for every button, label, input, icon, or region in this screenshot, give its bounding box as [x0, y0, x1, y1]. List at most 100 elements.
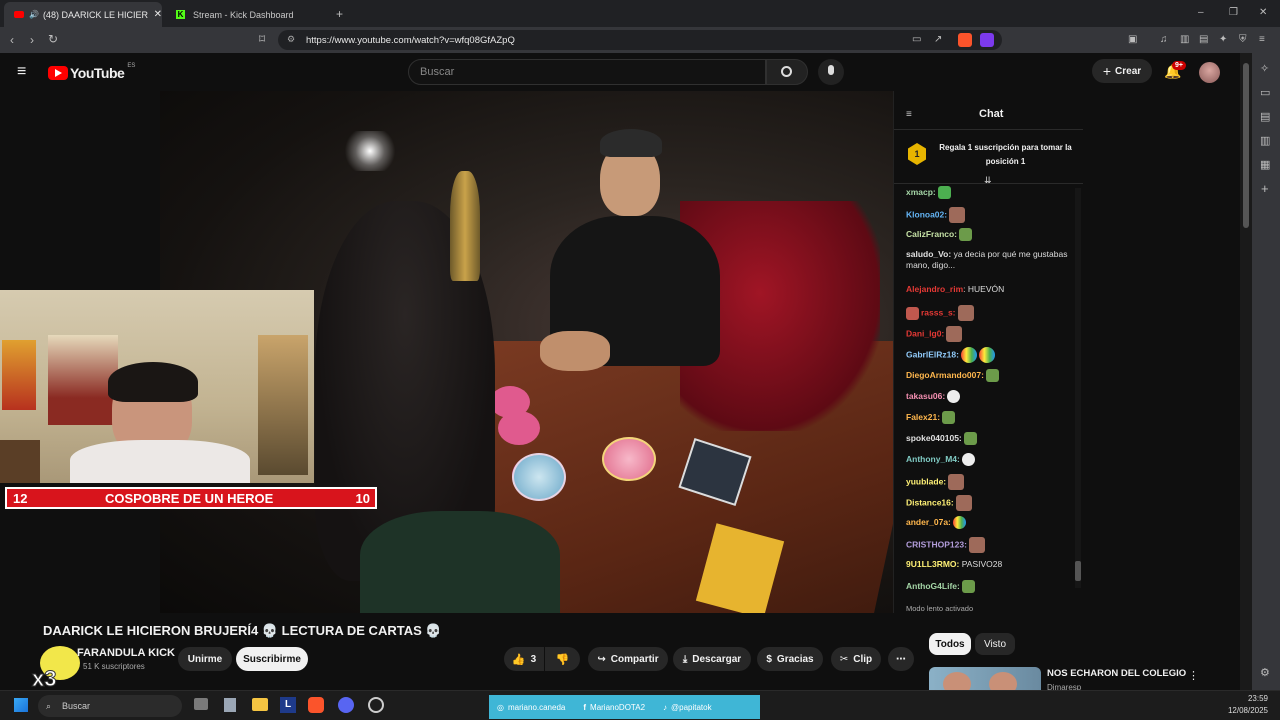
emote-icon: [948, 474, 965, 490]
bookmark-icon[interactable]: ⌑: [259, 33, 265, 45]
chat-message: saludo_Vo: ya decia por qué me gustabas …: [906, 249, 1071, 271]
obs-icon[interactable]: [368, 697, 384, 713]
create-button[interactable]: + Crear: [1092, 59, 1152, 83]
like-button[interactable]: 👍 3: [504, 647, 544, 671]
app-icon-1[interactable]: [224, 698, 236, 712]
voice-search-button[interactable]: [818, 59, 844, 85]
bookmarks-sidebar-icon[interactable]: ▦: [1260, 159, 1270, 171]
chat-scroll-thumb[interactable]: [1075, 561, 1081, 581]
wallet-icon[interactable]: ▤: [1199, 34, 1208, 46]
join-button[interactable]: Unirme: [178, 647, 232, 671]
chat-user: spoke040105:: [906, 432, 962, 443]
chat-user: CalizFranco:: [906, 228, 958, 239]
chat-message: xmacp:: [906, 186, 1071, 199]
chat-message: takasu06:: [906, 390, 1071, 403]
download-button[interactable]: ⤓ Descargar: [673, 647, 751, 671]
share-button[interactable]: ↪ Compartir: [588, 647, 668, 671]
menu-icon[interactable]: ≡: [1259, 34, 1265, 46]
back-icon[interactable]: ‹: [10, 34, 14, 46]
sidebar-settings-icon[interactable]: ⚙: [1260, 667, 1270, 679]
file-explorer-icon[interactable]: [252, 698, 268, 711]
taskbar-search[interactable]: ⌕ Buscar: [38, 695, 182, 717]
emote-icon: [947, 390, 961, 403]
tab-youtube[interactable]: 🔊 (48) DAARICK LE HICIERON B ✕: [4, 2, 162, 27]
subscriber-count: 51 K suscriptores: [83, 662, 145, 671]
account-avatar[interactable]: [1199, 62, 1220, 83]
tab-kick[interactable]: K Stream - Kick Dashboard: [166, 2, 326, 27]
chat-scrollbar[interactable]: [1075, 188, 1081, 588]
windows-start-icon[interactable]: [14, 698, 28, 712]
reload-icon[interactable]: ↻: [48, 33, 58, 45]
leo-sidebar-icon[interactable]: ✧: [1260, 63, 1269, 75]
recommended-more-icon[interactable]: ⋮: [1188, 669, 1199, 682]
share-page-icon[interactable]: ↗: [934, 34, 942, 46]
minimize-icon[interactable]: –: [1198, 7, 1204, 19]
screenshot-icon[interactable]: ▣: [1128, 34, 1137, 46]
subscribe-button[interactable]: Suscribirme: [236, 647, 308, 671]
cast-icon[interactable]: ▭: [912, 34, 921, 46]
discord-icon[interactable]: [338, 697, 354, 713]
clock-time[interactable]: 23:59: [1236, 694, 1268, 703]
site-info-icon[interactable]: ⚙: [287, 34, 295, 45]
facebook-handle: MarianoDOTA2: [590, 702, 646, 712]
chat-user: yuublade:: [906, 476, 947, 487]
banner-right-number: 10: [355, 490, 370, 506]
emote-icon: [949, 207, 966, 223]
thanks-icon: $: [766, 653, 772, 665]
banner-left-number: 12: [13, 490, 28, 506]
thanks-button[interactable]: $ Gracias: [757, 647, 823, 671]
add-sidebar-icon[interactable]: +: [1261, 182, 1269, 195]
chat-menu-icon[interactable]: ≡: [906, 109, 912, 120]
clip-button[interactable]: ✂ Clip: [831, 647, 881, 671]
brave-shields-icon[interactable]: [958, 33, 972, 47]
chat-user: Distance16:: [906, 497, 954, 508]
more-actions-button[interactable]: ⋯: [888, 647, 914, 671]
page-scrollbar[interactable]: [1240, 53, 1252, 690]
vpn-icon[interactable]: ⛨: [1239, 34, 1247, 46]
plus-icon: +: [1102, 63, 1112, 79]
dislike-button[interactable]: 👎: [545, 647, 580, 671]
sidebar-toggle-icon[interactable]: ▥: [1180, 34, 1189, 46]
search-input[interactable]: Buscar: [408, 59, 766, 85]
filter-all-chip[interactable]: Todos: [929, 633, 971, 655]
hamburger-menu-icon[interactable]: ≡: [17, 63, 26, 81]
reading-list-icon[interactable]: ▥: [1260, 135, 1270, 147]
chat-user: CRISTHOP123:: [906, 539, 967, 550]
forward-icon[interactable]: ›: [30, 34, 34, 46]
channel-name[interactable]: FARANDULA KICK: [77, 647, 175, 659]
instagram-icon: ◎: [497, 702, 504, 712]
video-title: DAARICK LE HICIERON BRUJERÍ4 💀 LECTURA D…: [43, 623, 442, 638]
filter-watched-chip[interactable]: Visto: [975, 633, 1015, 655]
recommended-thumbnail[interactable]: [929, 667, 1041, 690]
thanks-label: Gracias: [776, 653, 814, 665]
address-bar-row: ‹ › ↻ ⌑ ⚙ https://www.youtube.com/watch?…: [0, 27, 1280, 53]
youtube-logo[interactable]: YouTube ES: [48, 63, 135, 81]
create-label: Crear: [1115, 65, 1142, 77]
url-field[interactable]: ⚙ https://www.youtube.com/watch?v=wfq08G…: [278, 30, 1002, 50]
video-man-hands: [540, 331, 610, 371]
leo-ai-icon[interactable]: ✦: [1219, 34, 1227, 46]
chat-message: Distance16:: [906, 495, 1071, 511]
playlist-sidebar-icon[interactable]: ▭: [1260, 87, 1270, 99]
task-view-icon[interactable]: [194, 698, 208, 710]
page-scroll-thumb[interactable]: [1243, 63, 1249, 228]
brave-rewards-icon[interactable]: [980, 33, 994, 47]
music-icon[interactable]: ♫: [1160, 34, 1168, 46]
new-tab-icon[interactable]: +: [336, 8, 343, 20]
tiktok-handle: @papitatok: [671, 702, 712, 712]
close-window-icon[interactable]: ✕: [1259, 7, 1267, 19]
recommended-title[interactable]: NOS ECHARON DEL COLEGIO: [1047, 668, 1186, 679]
restore-icon[interactable]: ❐: [1229, 7, 1238, 19]
clock-date[interactable]: 12/08/2025: [1222, 706, 1268, 715]
expand-pinned-icon[interactable]: ⇊: [984, 175, 992, 186]
wallet-sidebar-icon[interactable]: ▤: [1260, 111, 1270, 123]
chat-user: AnthoG4Life:: [906, 580, 960, 591]
pinned-rank-badge: 1: [908, 143, 926, 165]
brave-taskbar-icon[interactable]: [308, 697, 324, 713]
video-card-2: [498, 411, 540, 445]
channel-avatar[interactable]: x3: [30, 644, 80, 692]
chat-user: rasss_s:: [921, 307, 956, 318]
app-l-icon[interactable]: L: [280, 697, 296, 713]
search-button[interactable]: [766, 59, 808, 85]
close-tab-icon[interactable]: ✕: [154, 9, 162, 20]
